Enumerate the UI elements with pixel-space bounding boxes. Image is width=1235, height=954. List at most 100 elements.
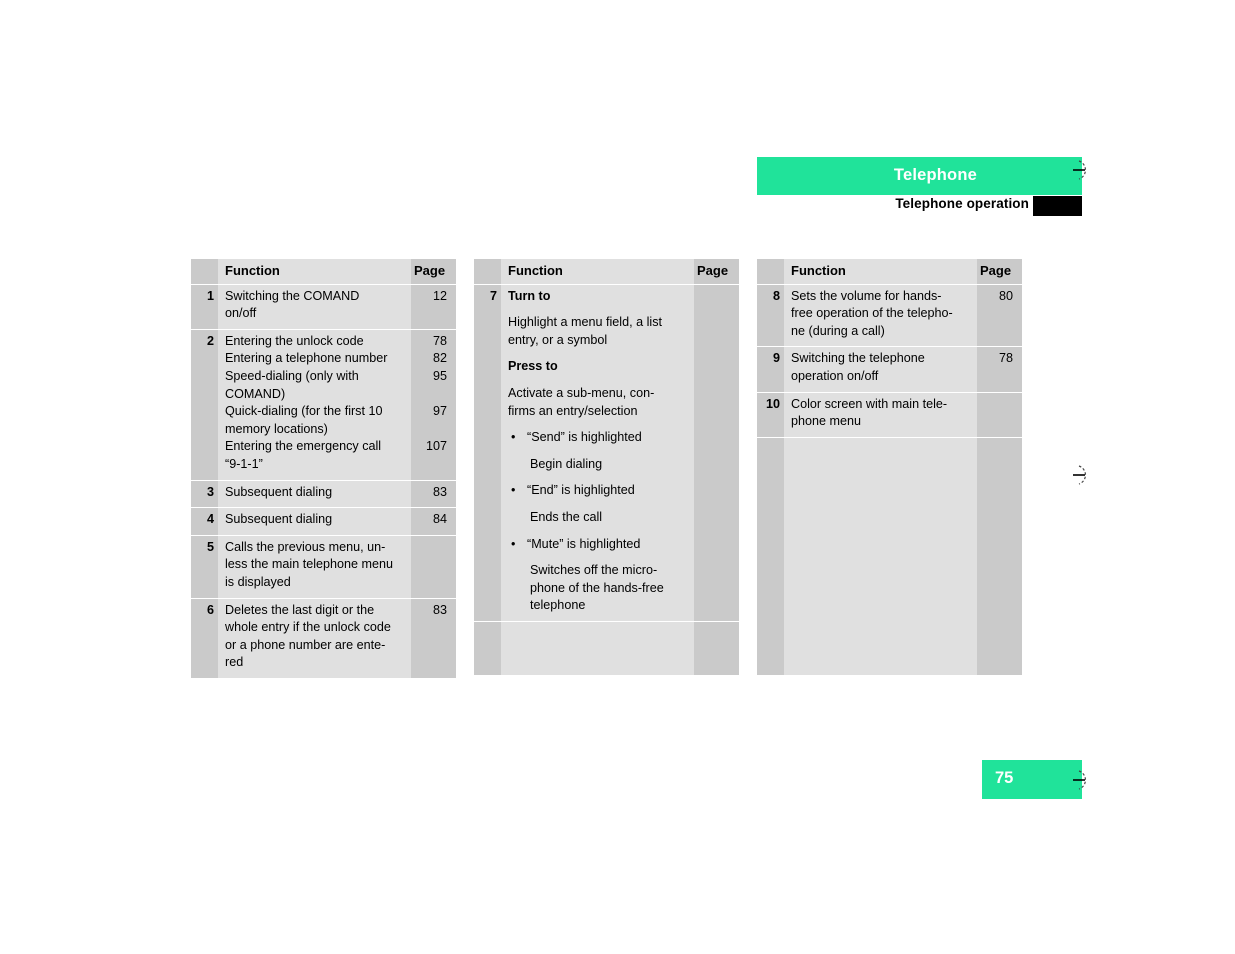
function-text-line: on/off: [225, 306, 257, 321]
row-page: 84: [411, 508, 456, 535]
row-function: Color screen with main tele-phone menu: [784, 392, 977, 437]
row-function: Subsequent dialing: [218, 480, 411, 508]
row-index: 4: [191, 508, 218, 535]
function-text-line: “9-1-1”: [225, 456, 263, 471]
page-number-badge: 75: [982, 760, 1082, 799]
function-text-line: firms an entry/selection: [508, 403, 638, 418]
table-header-row: Function Page: [191, 259, 456, 285]
row-function: Turn to Highlight a menu field, a list ent…: [501, 284, 694, 621]
header-index-cell: [757, 259, 784, 284]
function-table-1: Function Page 1 Switching the COMAND on/off 1…: [191, 259, 456, 678]
function-text-line: Switching the telephone: [791, 351, 925, 366]
page-number-ref: 83: [432, 484, 447, 499]
table-row: 7 Turn to Highlight a menu field, a list en…: [474, 284, 739, 622]
page-number-ref: 82: [432, 351, 447, 366]
row-page: [694, 284, 739, 621]
row-page: 78: [977, 347, 1022, 392]
filler-function: [784, 437, 977, 675]
table-row: 10 Color screen with main tele-phone menu: [757, 392, 1022, 438]
function-text-line: free operation of the telepho-: [791, 306, 953, 321]
filler-index: [757, 437, 784, 675]
page-number-ref: 97: [432, 404, 447, 419]
filler-page: [977, 437, 1022, 675]
table-row: 1 Switching the COMAND on/off 12: [191, 284, 456, 330]
function-text-line: Switches off the micro-: [530, 563, 658, 578]
bullet-item: • “End” is highlighted: [508, 482, 688, 500]
table-row: 3 Subsequent dialing 83: [191, 480, 456, 509]
page-number-ref: 84: [432, 512, 447, 527]
page-number-ref: 107: [425, 439, 447, 454]
filler-function: [501, 621, 694, 675]
function-text-line: memory locations): [225, 421, 328, 436]
header-page-cell: Page: [411, 259, 456, 284]
page-number-ref: 83: [432, 602, 447, 617]
row-function: Entering the unlock code Entering a telep…: [218, 329, 411, 480]
function-text-line: Deletes the last digit or the: [225, 602, 375, 617]
function-text-line: ne (during a call): [791, 323, 885, 338]
function-text-line: phone menu: [791, 414, 862, 429]
function-text-line: Subsequent dialing: [225, 512, 333, 527]
row-page: [411, 535, 456, 598]
header-function-cell: Function: [218, 259, 411, 284]
header-index-cell: [474, 259, 501, 284]
page-number-ref: 78: [432, 333, 447, 348]
row-index: 5: [191, 535, 218, 598]
bullet-label: “Mute” is highlighted: [527, 536, 641, 551]
table-row: 5 Calls the previous menu, un-less the ma…: [191, 535, 456, 599]
table-row: 6 Deletes the last digit or the whole entr…: [191, 598, 456, 678]
row-function: Calls the previous menu, un-less the mai…: [218, 535, 411, 598]
page-number-ref: 78: [998, 351, 1013, 366]
bullet-label: “Send” is highlighted: [527, 430, 642, 445]
function-text-line: Activate a sub-menu, con-: [508, 385, 655, 400]
chapter-header-bar: Telephone: [757, 157, 1082, 195]
function-text-line: COMAND): [225, 386, 286, 401]
page-number-ref: 95: [432, 368, 447, 383]
function-text-line: Press to: [508, 359, 558, 374]
row-function: Sets the volume for hands-free operation…: [784, 284, 977, 347]
row-index: 6: [191, 598, 218, 678]
row-function: Switching the telephone operation on/off: [784, 347, 977, 392]
function-text-line: phone of the hands-free: [530, 580, 664, 595]
bullet-item: • “Mute” is highlighted: [508, 536, 688, 554]
function-text-line: Calls the previous menu, un-: [225, 539, 386, 554]
row-index: 2: [191, 329, 218, 480]
function-text-line: Color screen with main tele-: [791, 396, 948, 411]
table-filler-row: [757, 437, 1022, 675]
page-number: 75: [995, 769, 1014, 787]
function-table-2: Function Page 7 Turn to Highlight a menu fie…: [474, 259, 739, 675]
header-page-cell: Page: [694, 259, 739, 284]
bullet-label: “End” is highlighted: [527, 483, 635, 498]
table-row: 8 Sets the volume for hands-free operatio…: [757, 284, 1022, 348]
bullet-icon: •: [511, 483, 516, 498]
row-page: 12: [411, 284, 456, 329]
registration-mark-top: [1073, 157, 1099, 183]
row-page: 80: [977, 284, 1022, 347]
page-number-ref: 12: [432, 288, 447, 303]
header-function-cell: Function: [784, 259, 977, 284]
function-text-line: entry, or a symbol: [508, 332, 608, 347]
table-header-row: Function Page: [474, 259, 739, 285]
function-text-line: Entering the emergency call: [225, 439, 382, 454]
function-text-line: Turn to: [508, 288, 551, 303]
chapter-title: Telephone: [893, 166, 977, 184]
function-text-line: is displayed: [225, 574, 291, 589]
section-header: Telephone operation: [757, 196, 1082, 216]
registration-mark-middle: [1073, 462, 1099, 488]
row-index: 1: [191, 284, 218, 329]
function-text-line: Entering a telephone number: [225, 351, 388, 366]
bullet-item: • “Send” is highlighted: [508, 429, 688, 447]
row-function: Switching the COMAND on/off: [218, 284, 411, 329]
function-text-line: less the main telephone menu: [225, 557, 394, 572]
table-filler-row: [474, 621, 739, 675]
table-header-row: Function Page: [757, 259, 1022, 285]
function-text-line: whole entry if the unlock code: [225, 620, 391, 635]
table-row: 9 Switching the telephone operation on/off…: [757, 347, 1022, 393]
row-page: [977, 392, 1022, 437]
function-text-line: red: [225, 655, 244, 670]
